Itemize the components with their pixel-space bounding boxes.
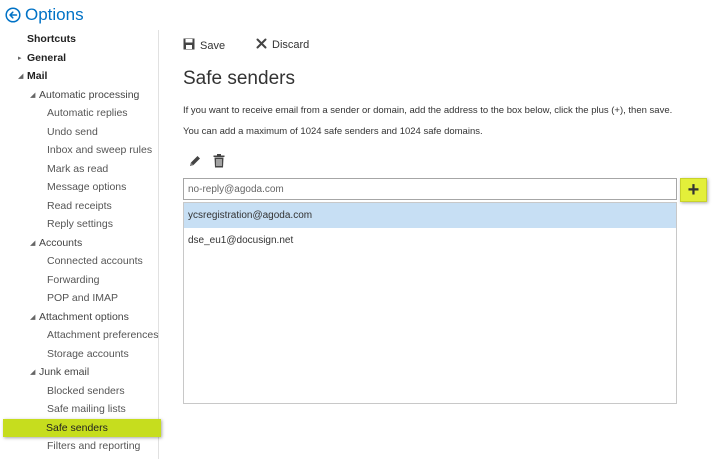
sidebar-item-label: Blocked senders [47,384,125,397]
sidebar-item-label: Filters and reporting [47,440,141,452]
options-header: Options [0,0,720,30]
sidebar-item-general[interactable]: ▸ General [18,49,66,67]
sidebar-item-safe-mailing-lists[interactable]: Safe mailing lists [47,400,126,418]
sidebar-item-shortcuts[interactable]: Shortcuts [27,30,76,48]
sidebar-item-label: Message options [47,181,127,193]
save-label: Save [200,39,226,52]
expander-triangle-icon[interactable]: ◢ [30,309,39,327]
edit-button[interactable] [188,154,202,173]
sidebar-item-message-options[interactable]: Message options [47,178,126,196]
expander-triangle-icon[interactable]: ◢ [30,364,39,382]
sidebar-item-label: Accounts [39,236,83,249]
sidebar-item-label: Mark as read [47,162,109,175]
description-line-1: If you want to receive email from a send… [183,105,673,116]
sidebar-item-undo-send[interactable]: Undo send [47,123,98,141]
page-header-title: Options [25,5,84,24]
expander-triangle-icon[interactable]: ◢ [30,235,39,253]
options-sidebar: Shortcuts ▸ General ◢ Mail ◢ Automatic process… [0,30,161,459]
sidebar-item-storage-accounts[interactable]: Storage accounts [47,345,129,363]
sidebar-item-mail[interactable]: ◢ Mail [18,67,47,85]
sidebar-item-label: Shortcuts [27,33,77,45]
floppy-disk-icon [183,38,200,53]
sidebar-item-read-receipts[interactable]: Read receipts [47,197,112,215]
sidebar-item-label: Automatic processing [39,88,140,101]
sidebar-item-automatic-replies[interactable]: Automatic replies [47,104,128,122]
sidebar-item-connected-accounts[interactable]: Connected accounts [47,252,143,270]
sidebar-item-inbox-and-sweep-rules[interactable]: Inbox and sweep rules [47,141,152,159]
sidebar-item-blocked-senders[interactable]: Blocked senders [47,382,125,400]
sidebar-item-filters-and-reporting[interactable]: Filters and reporting [47,437,140,455]
sidebar-item-forwarding[interactable]: Forwarding [47,271,100,289]
sidebar-item-automatic-processing[interactable]: ◢ Automatic processing [30,86,139,104]
sidebar-item-label: General [27,51,67,64]
expander-triangle-icon[interactable]: ◢ [18,68,27,86]
sidebar-item-label: Attachment options [39,310,129,323]
discard-label: Discard [272,39,310,51]
sidebar-item-label: Automatic replies [47,107,128,119]
sidebar-item-label: Attachment preferences [47,329,159,341]
sidebar-item-label: Undo send [47,125,98,138]
safe-senders-list: ycsregistration@agoda.com dse_eu1@docusig… [183,202,677,404]
sidebar-item-label: Junk email [39,366,90,378]
sidebar-item-reply-settings[interactable]: Reply settings [47,215,113,233]
sidebar-item-junk-email[interactable]: ◢ Junk email [30,363,89,381]
sidebar-item-label: POP and IMAP [47,292,119,304]
pencil-icon [188,155,202,172]
sidebar-item-pop-and-imap[interactable]: POP and IMAP [47,289,118,307]
sidebar-item-attachment-preferences[interactable]: Attachment preferences [47,326,158,344]
safe-sender-input[interactable] [183,178,677,200]
back-arrow-circle-icon [5,7,21,23]
sidebar-item-mark-as-read[interactable]: Mark as read [47,160,108,178]
sidebar-item-label: Forwarding [47,273,100,286]
sidebar-item-label: Safe mailing lists [47,403,126,415]
sidebar-item-accounts[interactable]: ◢ Accounts [30,234,82,252]
sidebar-item-label: Read receipts [47,199,112,212]
trash-icon [213,154,225,172]
sidebar-item-label: Reply settings [47,218,113,230]
list-item[interactable]: ycsregistration@agoda.com [184,203,676,228]
sidebar-item-safe-senders[interactable]: Safe senders [3,418,161,437]
discard-button[interactable]: Discard [256,38,309,52]
x-close-icon [256,38,272,52]
sidebar-item-attachment-options[interactable]: ◢ Attachment options [30,308,129,326]
delete-button[interactable] [213,154,225,173]
expander-triangle-icon[interactable]: ◢ [30,87,39,105]
expander-triangle-icon[interactable]: ▸ [18,50,27,68]
sidebar-item-label: Inbox and sweep rules [47,144,153,156]
list-item[interactable]: dse_eu1@docusign.net [184,228,676,253]
add-safe-sender-button[interactable]: + [680,178,707,202]
back-button[interactable]: Options [5,5,84,25]
save-button[interactable]: Save [183,38,225,53]
description-line-2: You can add a maximum of 1024 safe sende… [183,126,483,137]
main-panel: Save Discard Safe senders If you want to… [160,30,720,459]
sidebar-item-label: Safe senders [46,421,108,434]
sidebar-item-label: Mail [27,70,48,82]
page-title: Safe senders [183,68,295,89]
sidebar-item-label: Storage accounts [47,347,129,360]
sidebar-item-label: Connected accounts [47,255,143,267]
